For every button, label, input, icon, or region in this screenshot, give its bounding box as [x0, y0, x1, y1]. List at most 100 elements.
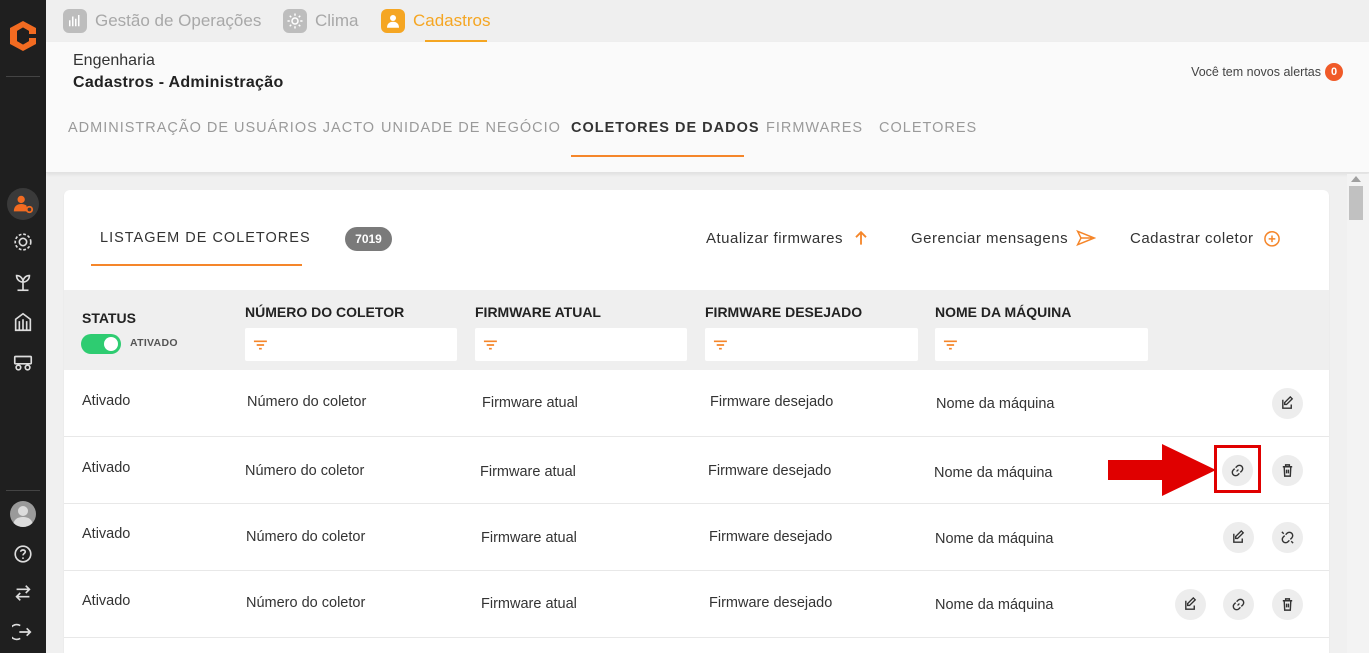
table-row: Ativado Número do coletor Firmware atual… [64, 571, 1329, 638]
desired-firmware-filter-input[interactable] [727, 328, 918, 361]
register-collector-label: Cadastrar coletor [1130, 229, 1254, 247]
row-current-firmware: Firmware atual [481, 530, 577, 546]
table-row: Ativado Número do coletor Firmware atual… [64, 504, 1329, 571]
nav-label: Gestão de Operações [95, 11, 262, 30]
desired-firmware-filter[interactable] [705, 328, 918, 361]
row-collector-number: Número do coletor [245, 463, 365, 479]
edit-button[interactable] [1272, 388, 1303, 419]
edit-icon [1185, 597, 1197, 610]
row-collector-number: Número do coletor [246, 595, 366, 611]
row-status: Ativado [82, 593, 131, 609]
user-gear-icon [13, 195, 34, 214]
sidebar-item-switch[interactable] [7, 577, 39, 609]
delete-button[interactable] [1272, 455, 1303, 486]
delete-button[interactable] [1272, 589, 1303, 620]
column-desired-firmware: FIRMWARE DESEJADO [705, 304, 863, 320]
filter-icon [943, 339, 957, 350]
logout-icon [12, 623, 32, 641]
send-icon [1076, 229, 1097, 247]
row-current-firmware: Firmware atual [481, 596, 577, 612]
column-machine-name: NOME DA MÁQUINA [935, 304, 1072, 320]
edit-button[interactable] [1175, 589, 1206, 620]
collector-number-filter[interactable] [245, 328, 457, 361]
tab-unidade-negocio[interactable]: UNIDADE DE NEGÓCIO [381, 120, 561, 136]
row-status: Ativado [82, 460, 131, 476]
row-desired-firmware: Firmware desejado [709, 529, 833, 545]
current-firmware-filter-input[interactable] [497, 328, 687, 361]
arrow-up-icon [855, 230, 867, 245]
update-firmware-button[interactable]: Atualizar firmwares [706, 228, 871, 248]
row-desired-firmware: Firmware desejado [708, 463, 832, 479]
brand-logo[interactable] [5, 18, 41, 54]
row-current-firmware: Firmware atual [480, 464, 576, 480]
row-machine-name: Nome da máquina [935, 531, 1054, 547]
tab-coletores[interactable]: COLETORES [879, 120, 977, 136]
sun-icon [283, 9, 307, 33]
tab-administracao-usuarios[interactable]: ADMINISTRAÇÃO DE USUÁRIOS JACTO [68, 120, 375, 136]
page-header: Engenharia Cadastros - Administração Voc… [46, 42, 1369, 173]
collector-count-badge: 7019 [345, 227, 392, 251]
plus-circle-icon [1263, 231, 1280, 247]
logo-icon [10, 21, 36, 51]
machine-name-filter-input[interactable] [957, 328, 1148, 361]
unlink-icon [1281, 531, 1294, 544]
list-title[interactable]: LISTAGEM DE COLETORES [100, 230, 311, 246]
scrollbar-thumb[interactable] [1349, 186, 1363, 220]
scroll-up-arrow[interactable] [1351, 176, 1361, 182]
annotation-arrow-icon [1108, 444, 1216, 496]
edit-button[interactable] [1223, 522, 1254, 553]
column-current-firmware: FIRMWARE ATUAL [475, 304, 601, 320]
help-icon [14, 545, 32, 563]
row-desired-firmware: Firmware desejado [710, 394, 834, 410]
nav-gestao-operacoes[interactable]: Gestão de Operações [63, 6, 261, 36]
nav-clima[interactable]: Clima [283, 6, 358, 36]
chart-icon [63, 9, 87, 33]
collector-number-filter-input[interactable] [267, 328, 457, 361]
user-icon [381, 9, 405, 33]
tab-coletores-dados[interactable]: COLETORES DE DADOS [571, 120, 760, 136]
row-status: Ativado [82, 393, 131, 409]
sidebar-item-logout[interactable] [7, 616, 39, 648]
machine-name-filter[interactable] [935, 328, 1148, 361]
status-toggle[interactable] [81, 334, 121, 354]
row-collector-number: Número do coletor [247, 394, 367, 410]
status-toggle-label: ATIVADO [130, 337, 178, 349]
scrollbar-track[interactable] [1347, 174, 1369, 653]
link-button[interactable] [1223, 589, 1254, 620]
sprout-icon [15, 274, 31, 292]
annotation-highlight-box [1214, 445, 1261, 493]
sidebar-item-cadastros[interactable] [7, 188, 39, 220]
top-navigation: Gestão de Operações Clima Cadastros [46, 0, 1369, 42]
tab-active-indicator [571, 155, 744, 157]
avatar[interactable] [10, 501, 36, 527]
alerts-text: Você tem novos alertas [1191, 65, 1321, 79]
unlink-button[interactable] [1272, 522, 1303, 553]
alerts-notice[interactable]: Você tem novos alertas 0 [1191, 63, 1343, 81]
manage-messages-button[interactable]: Gerenciar mensagens [911, 228, 1097, 248]
row-collector-number: Número do coletor [246, 529, 366, 545]
table-header: STATUS ATIVADO NÚMERO DO COLETOR FIRMWAR… [64, 290, 1329, 370]
register-collector-button[interactable]: Cadastrar coletor [1130, 228, 1282, 248]
page-title: Cadastros - Administração [73, 74, 284, 91]
sidebar-divider [6, 490, 40, 491]
list-title-underline [91, 264, 302, 266]
avatar-icon [13, 506, 33, 527]
sidebar-item-machines[interactable] [7, 346, 39, 378]
filter-icon [713, 339, 727, 350]
tab-firmwares[interactable]: FIRMWARES [766, 120, 863, 136]
sidebar-item-help[interactable] [7, 538, 39, 570]
sidebar-item-silo[interactable] [7, 306, 39, 338]
nav-cadastros[interactable]: Cadastros [381, 6, 490, 36]
current-firmware-filter[interactable] [475, 328, 687, 361]
row-machine-name: Nome da máquina [935, 597, 1054, 613]
manage-messages-label: Gerenciar mensagens [911, 229, 1069, 247]
alerts-badge: 0 [1325, 63, 1343, 81]
nav-label: Clima [315, 11, 359, 30]
update-firmware-label: Atualizar firmwares [706, 229, 844, 247]
edit-icon [1233, 530, 1245, 543]
sidebar-item-plant[interactable] [7, 266, 39, 298]
sidebar-item-settings[interactable] [7, 226, 39, 258]
gear-icon [14, 233, 32, 251]
column-status: STATUS [82, 310, 136, 326]
row-desired-firmware: Firmware desejado [709, 595, 833, 611]
